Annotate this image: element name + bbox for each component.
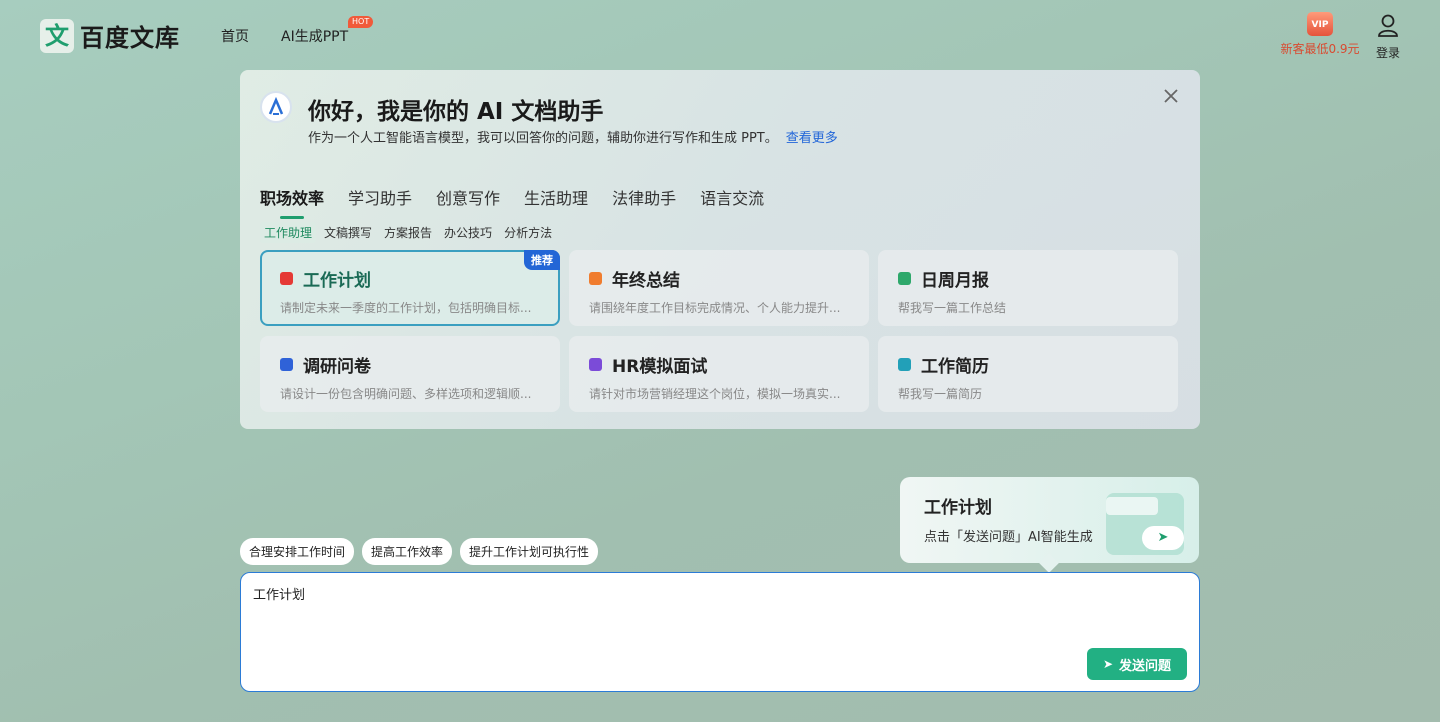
card-desc: 帮我写一篇工作总结 (898, 301, 1007, 315)
card-weekly-report[interactable]: 日周月报 帮我写一篇工作总结 (878, 250, 1178, 326)
suggestion-chips: 合理安排工作时间 提高工作效率 提升工作计划可执行性 (240, 538, 606, 565)
vip-promo-text: 新客最低0.9元 (1280, 42, 1360, 56)
top-header: 文 百度文库 首页 AI生成PPT HOT VIP 新客最低0.9元 登录 (0, 0, 1440, 70)
more-link[interactable]: 查看更多 (786, 131, 838, 146)
card-title: 调研问卷 (303, 357, 371, 377)
category-tabs: 职场效率 学习助手 创意写作 生活助理 法律助手 语言交流 (260, 185, 788, 219)
report-icon (898, 272, 911, 285)
interview-icon (589, 358, 602, 371)
assistant-panel: 你好，我是你的 AI 文档助手 作为一个人工智能语言模型，我可以回答你的问题，辅… (240, 70, 1200, 429)
question-input-box[interactable]: 工作计划 ➤ 发送问题 (240, 572, 1200, 692)
sub-tabs: 工作助理 文稿撰写 方案报告 办公技巧 分析方法 (260, 222, 560, 243)
card-title: 工作简历 (921, 357, 989, 377)
assistant-logo-icon (260, 91, 292, 123)
card-title-row: 调研问卷 (280, 352, 540, 377)
card-title-row: 日周月报 (898, 266, 1158, 291)
card-desc: 请围绕年度工作目标完成情况、个人能力提升... (589, 301, 841, 315)
assistant-title: 你好，我是你的 AI 文档助手 (308, 99, 604, 125)
card-desc: 请制定未来一季度的工作计划，包括明确目标... (280, 301, 532, 315)
send-question-label: 发送问题 (1119, 658, 1172, 674)
logo[interactable]: 文 百度文库 (40, 18, 180, 53)
nav-home[interactable]: 首页 (221, 26, 249, 46)
user-icon (1378, 14, 1398, 37)
tab-study[interactable]: 学习助手 (348, 185, 412, 209)
card-hr-interview[interactable]: HR模拟面试 请针对市场营销经理这个岗位，模拟一场真实... (569, 336, 869, 412)
nav-ai-ppt[interactable]: AI生成PPT HOT (281, 16, 374, 46)
card-title: HR模拟面试 (612, 357, 708, 377)
vip-promo[interactable]: VIP 新客最低0.9元 (1280, 12, 1360, 57)
card-title: 日周月报 (921, 271, 989, 291)
paper-plane-icon: ➤ (1102, 657, 1114, 671)
tab-law[interactable]: 法律助手 (612, 185, 676, 209)
card-survey[interactable]: 调研问卷 请设计一份包含明确问题、多样选项和逻辑顺... (260, 336, 560, 412)
tab-creative[interactable]: 创意写作 (436, 185, 500, 209)
vip-gift-icon: VIP (1307, 12, 1333, 36)
login-button[interactable]: 登录 (1372, 14, 1404, 61)
card-title-row: 工作计划 (280, 266, 540, 291)
tab-language[interactable]: 语言交流 (700, 185, 764, 209)
hot-badge: HOT (348, 16, 374, 28)
subtab-writing[interactable]: 文稿撰写 (320, 222, 376, 243)
suggestion-chip[interactable]: 提高工作效率 (362, 538, 453, 565)
logo-mark-icon: 文 (40, 18, 74, 53)
card-work-plan[interactable]: 工作计划 请制定未来一季度的工作计划，包括明确目标... 推荐 (260, 250, 560, 326)
card-desc: 请针对市场营销经理这个岗位，模拟一场真实... (589, 387, 841, 401)
question-input[interactable]: 工作计划 (253, 584, 305, 603)
send-plane-icon: ➤ (1142, 526, 1184, 550)
chart-icon (589, 272, 602, 285)
send-question-button[interactable]: ➤ 发送问题 (1087, 648, 1187, 680)
survey-icon (280, 358, 293, 371)
card-desc: 请设计一份包含明确问题、多样选项和逻辑顺... (280, 387, 532, 401)
logo-text: 百度文库 (80, 24, 180, 52)
card-desc: 帮我写一篇简历 (898, 387, 983, 401)
card-year-summary[interactable]: 年终总结 请围绕年度工作目标完成情况、个人能力提升... (569, 250, 869, 326)
card-title-row: 年终总结 (589, 266, 849, 291)
subtab-report[interactable]: 方案报告 (380, 222, 436, 243)
card-title: 年终总结 (612, 271, 680, 291)
subtab-office-tips[interactable]: 办公技巧 (440, 222, 496, 243)
close-button[interactable] (1161, 86, 1181, 106)
subtab-analysis[interactable]: 分析方法 (500, 222, 556, 243)
chat-bubble-icon (1106, 497, 1158, 515)
login-label: 登录 (1375, 46, 1400, 60)
suggestion-chip[interactable]: 提升工作计划可执行性 (460, 538, 599, 565)
pdf-icon (280, 272, 293, 285)
tab-life[interactable]: 生活助理 (524, 185, 588, 209)
assistant-subtitle-text: 作为一个人工智能语言模型，我可以回答你的问题，辅助你进行写作和生成 PPT。 (308, 131, 778, 146)
card-title-row: HR模拟面试 (589, 352, 849, 377)
tab-workplace[interactable]: 职场效率 (260, 185, 324, 219)
assistant-subtitle: 作为一个人工智能语言模型，我可以回答你的问题，辅助你进行写作和生成 PPT。 查看… (308, 127, 838, 146)
close-icon (1164, 89, 1178, 103)
subtab-work-assistant[interactable]: 工作助理 (260, 222, 317, 243)
recommend-badge: 推荐 (524, 250, 560, 270)
card-title: 工作计划 (303, 271, 371, 291)
card-title-row: 工作简历 (898, 352, 1158, 377)
send-hint-tooltip: 工作计划 点击「发送问题」AI智能生成 ➤ (900, 477, 1199, 563)
card-resume[interactable]: 工作简历 帮我写一篇简历 (878, 336, 1178, 412)
resume-icon (898, 358, 911, 371)
suggestion-chip[interactable]: 合理安排工作时间 (240, 538, 355, 565)
nav-ai-ppt-label: AI生成PPT (281, 29, 349, 45)
